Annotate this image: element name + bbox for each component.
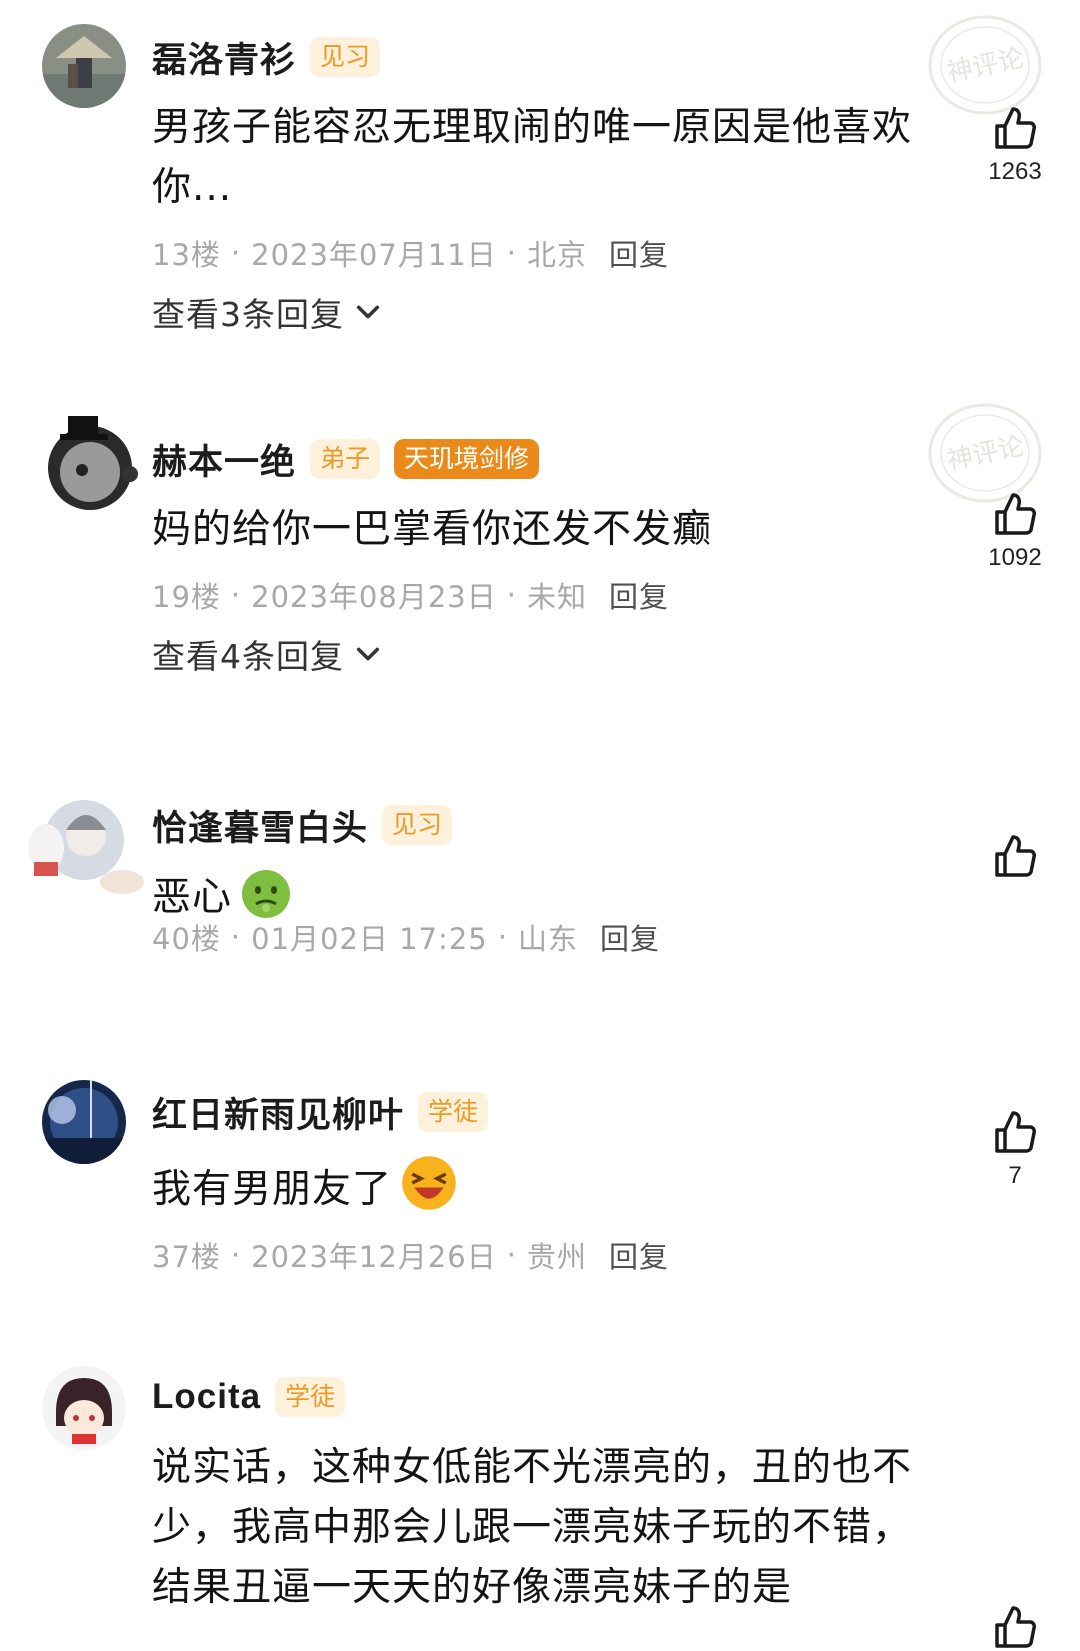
chevron-down-icon	[356, 305, 380, 319]
username[interactable]: 红日新雨见柳叶	[152, 1087, 404, 1138]
comment-date: 01月02日 17:25	[251, 922, 488, 956]
meta-separator: ·	[230, 920, 242, 954]
comment-text-content: 恶心	[152, 875, 233, 920]
comment-location: 贵州	[526, 1240, 587, 1274]
view-replies-button[interactable]: 查看4条回复	[152, 630, 382, 678]
view-replies-button[interactable]: 查看3条回复	[152, 288, 382, 336]
name-row: 恰逢暮雪白头 见习	[152, 800, 453, 851]
like-button[interactable]: 1092	[975, 490, 1055, 572]
name-row: 磊洛青衫 见习	[152, 32, 381, 83]
reply-button[interactable]: 回复	[609, 1234, 669, 1276]
name-row: Locita 学徒	[152, 1372, 346, 1422]
reply-button[interactable]: 回复	[609, 574, 669, 616]
comment-meta: 40楼 · 01月02日 17:25 · 山东 回复	[152, 916, 660, 958]
meta-separator: ·	[506, 236, 517, 270]
avatar-image	[42, 24, 126, 108]
comment-date: 2023年08月23日	[251, 580, 497, 614]
floor-number: 40楼	[152, 922, 221, 956]
meta-separator: ·	[506, 1238, 517, 1272]
level-badge: 弟子	[310, 439, 381, 479]
username[interactable]: 恰逢暮雪白头	[152, 800, 368, 851]
comment-location: 北京	[526, 238, 587, 272]
comment-date: 2023年07月11日	[251, 238, 497, 272]
floor-number: 13楼	[152, 238, 221, 272]
meta-separator: ·	[230, 236, 242, 270]
nauseated-face-icon	[242, 870, 291, 918]
avatar-image	[42, 1366, 126, 1450]
user-avatar[interactable]	[42, 24, 126, 108]
like-count: 1263	[988, 158, 1042, 185]
like-count: 7	[1008, 1162, 1022, 1189]
reply-button[interactable]: 回复	[609, 232, 669, 274]
thumbs-up-icon	[995, 493, 1036, 535]
comment-text: 妈的给你一巴掌看你还发不发癫	[152, 507, 713, 552]
laughing-face-icon	[402, 1156, 456, 1210]
comment-text: 说实话，这种女低能不光漂亮的，丑的也不少，我高中那会儿跟一漂亮妹子玩的不错，结果…	[152, 1445, 913, 1610]
like-button[interactable]: 1263	[975, 104, 1055, 186]
like-button[interactable]: 7	[975, 1108, 1055, 1190]
floor-number: 37楼	[152, 1240, 221, 1274]
comment-location: 未知	[526, 580, 587, 614]
view-replies-label: 查看4条回复	[152, 637, 344, 676]
comment-text: 我有男朋友了	[152, 1154, 922, 1220]
like-button[interactable]	[975, 832, 1055, 880]
comment-meta: 37楼 · 2023年12月26日 · 贵州 回复	[152, 1234, 669, 1276]
user-avatar[interactable]	[42, 1366, 126, 1450]
comment-meta: 19楼 · 2023年08月23日 · 未知 回复	[152, 574, 669, 616]
chevron-down-icon	[356, 647, 380, 661]
like-button[interactable]	[975, 1603, 1055, 1651]
level-badge: 学徒	[275, 1377, 346, 1417]
meta-separator: ·	[497, 920, 508, 954]
thumbs-up-icon	[995, 107, 1036, 149]
floor-number: 19楼	[152, 580, 221, 614]
name-row: 红日新雨见柳叶 学徒	[152, 1087, 489, 1138]
avatar-image	[28, 800, 144, 894]
avatar-image	[48, 416, 138, 510]
reply-button[interactable]: 回复	[600, 916, 660, 958]
username[interactable]: Locita	[152, 1377, 261, 1417]
comment-text: 男孩子能容忍无理取闹的唯一原因是他喜欢你...	[152, 105, 913, 210]
name-row: 赫本一绝 弟子 天玑境剑修	[152, 434, 540, 485]
thumbs-up-icon	[995, 835, 1036, 877]
thumbs-up-icon	[995, 1606, 1036, 1648]
like-count: 1092	[988, 544, 1042, 571]
meta-separator: ·	[506, 578, 517, 612]
comment-meta: 13楼 · 2023年07月11日 · 北京 回复	[152, 232, 669, 274]
title-badge: 天玑境剑修	[394, 439, 540, 479]
meta-separator: ·	[230, 578, 242, 612]
thumbs-up-icon	[995, 1111, 1036, 1153]
level-badge: 学徒	[418, 1092, 489, 1132]
avatar-image	[42, 1080, 126, 1164]
user-avatar[interactable]	[42, 1080, 126, 1164]
meta-separator: ·	[230, 1238, 242, 1272]
level-badge: 见习	[310, 37, 381, 77]
comment-text-content: 我有男朋友了	[152, 1167, 393, 1212]
user-avatar[interactable]	[22, 790, 146, 900]
username[interactable]: 磊洛青衫	[152, 32, 296, 83]
comment-location: 山东	[517, 922, 578, 956]
view-replies-label: 查看3条回复	[152, 295, 344, 334]
username[interactable]: 赫本一绝	[152, 434, 296, 485]
comment-date: 2023年12月26日	[251, 1240, 497, 1274]
level-badge: 见习	[382, 805, 453, 845]
user-avatar[interactable]	[28, 408, 138, 518]
